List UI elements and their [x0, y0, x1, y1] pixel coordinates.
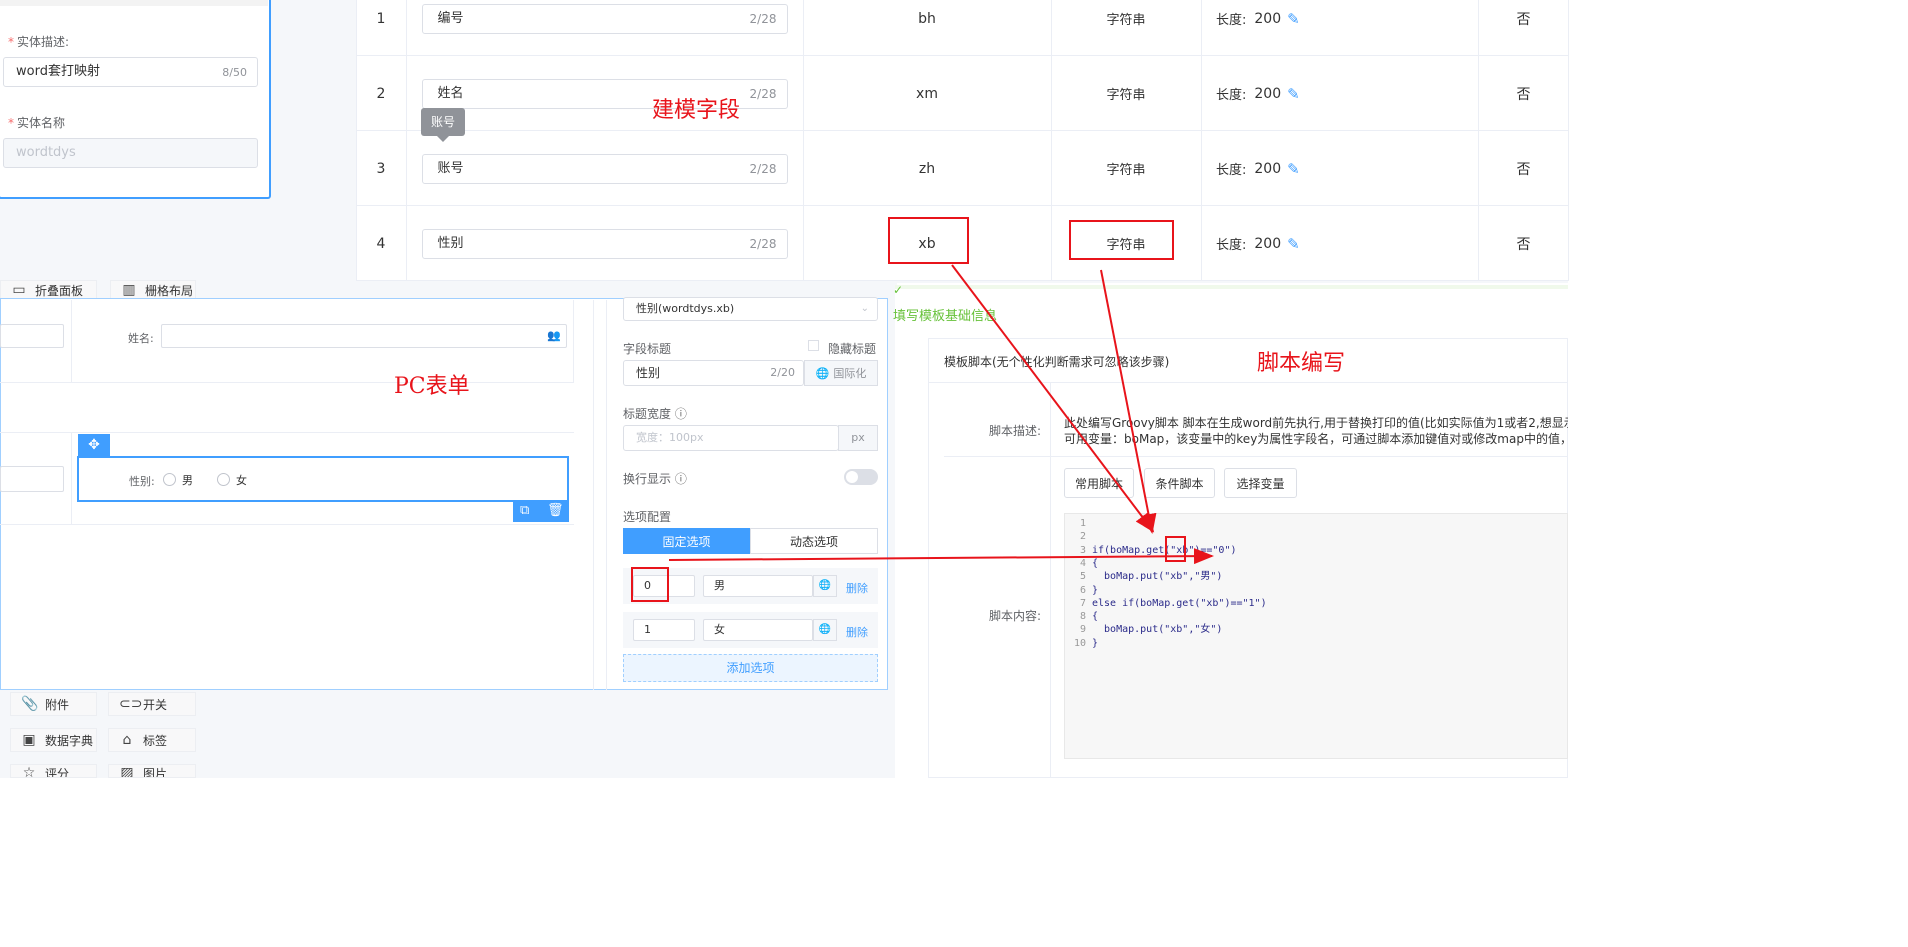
arrow-type-to-script	[1100, 269, 1157, 534]
arrow-code-to-script	[951, 264, 1155, 533]
arrow-option-to-script	[668, 548, 1214, 565]
annotation-arrows	[668, 264, 1214, 565]
